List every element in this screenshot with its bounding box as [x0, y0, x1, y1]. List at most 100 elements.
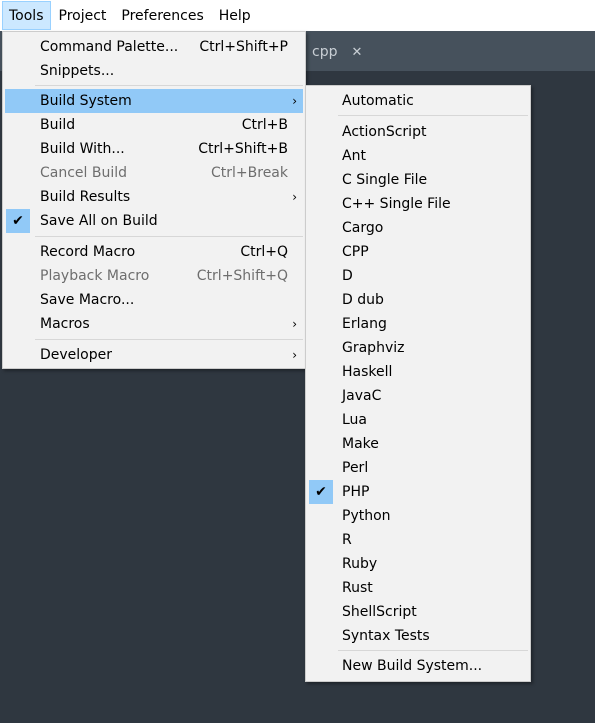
- menu-item-label: Build System: [40, 93, 132, 109]
- menu-item-record-macro[interactable]: Record Macro Ctrl+Q: [5, 240, 303, 264]
- menu-item-label: Build Results: [40, 189, 131, 205]
- menu-project[interactable]: Project: [52, 0, 114, 31]
- menu-separator: [338, 115, 528, 116]
- menu-item-save-all-on-build[interactable]: ✔ Save All on Build: [5, 209, 303, 233]
- menu-item-build-system-option[interactable]: C++ Single File: [308, 192, 528, 216]
- menu-item-cancel-build: Cancel Build Ctrl+Break: [5, 161, 303, 185]
- menu-item-label: PHP: [342, 484, 370, 500]
- checkmark-icon: ✔: [6, 209, 30, 233]
- chevron-right-icon: ›: [292, 190, 297, 204]
- menu-item-label: Automatic: [342, 93, 414, 109]
- menu-preferences[interactable]: Preferences: [114, 0, 210, 31]
- menu-item-label: Graphviz: [342, 340, 405, 356]
- menu-item-label: Developer: [40, 347, 113, 363]
- menu-tools[interactable]: Tools: [2, 1, 51, 30]
- menu-item-build-system-option[interactable]: Haskell: [308, 360, 528, 384]
- menu-item-build-system[interactable]: Build System ›: [5, 89, 303, 113]
- menu-item-build-system-option[interactable]: CPP: [308, 240, 528, 264]
- checkmark-icon: ✔: [309, 480, 333, 504]
- menu-item-label: Playback Macro: [40, 268, 150, 284]
- menu-item-label: CPP: [342, 244, 369, 260]
- menu-item-build-system-option[interactable]: R: [308, 528, 528, 552]
- menu-item-build-system-option[interactable]: Rust: [308, 576, 528, 600]
- menu-item-label: Rust: [342, 580, 373, 596]
- menu-item-playback-macro: Playback Macro Ctrl+Shift+Q: [5, 264, 303, 288]
- menu-item-label: ActionScript: [342, 124, 427, 140]
- menu-separator: [35, 339, 303, 340]
- menu-item-build-system-option[interactable]: Graphviz: [308, 336, 528, 360]
- menu-item-label: Ruby: [342, 556, 378, 572]
- menu-item-build-system-option[interactable]: D: [308, 264, 528, 288]
- menu-item-label: Macros: [40, 316, 90, 332]
- menubar: Tools Project Preferences Help: [0, 0, 595, 31]
- menu-item-build-system-option[interactable]: D dub: [308, 288, 528, 312]
- menu-item-shortcut: Ctrl+Break: [211, 165, 288, 181]
- menu-item-automatic[interactable]: Automatic: [308, 89, 528, 113]
- menu-item-label: Python: [342, 508, 391, 524]
- menu-item-build-system-option[interactable]: JavaC: [308, 384, 528, 408]
- menu-item-label: JavaC: [342, 388, 382, 404]
- menu-item-label: Save All on Build: [40, 213, 158, 229]
- menu-separator: [35, 85, 303, 86]
- menu-item-label: Haskell: [342, 364, 393, 380]
- menu-item-label: C++ Single File: [342, 196, 451, 212]
- menu-item-label: Command Palette...: [40, 39, 179, 55]
- menu-item-label: Syntax Tests: [342, 628, 430, 644]
- menu-item-build-system-option[interactable]: ✔ PHP: [308, 480, 528, 504]
- menu-item-build-system-option[interactable]: Python: [308, 504, 528, 528]
- chevron-right-icon: ›: [292, 348, 297, 362]
- chevron-right-icon: ›: [292, 317, 297, 331]
- menu-item-label: Ant: [342, 148, 366, 164]
- build-system-submenu: Automatic ActionScript Ant C Single File C+…: [305, 85, 531, 682]
- menu-item-label: Snippets...: [40, 63, 115, 79]
- menu-help[interactable]: Help: [212, 0, 258, 31]
- menu-item-build-system-option[interactable]: Make: [308, 432, 528, 456]
- menu-item-build-system-option[interactable]: Cargo: [308, 216, 528, 240]
- menu-item-build-system-option[interactable]: Perl: [308, 456, 528, 480]
- menu-item-label: ShellScript: [342, 604, 417, 620]
- menu-item-label: Lua: [342, 412, 368, 428]
- menu-item-build-results[interactable]: Build Results ›: [5, 185, 303, 209]
- menu-item-label: Erlang: [342, 316, 387, 332]
- menu-item-command-palette[interactable]: Command Palette... Ctrl+Shift+P: [5, 35, 303, 59]
- menu-item-build-system-option[interactable]: ActionScript: [308, 120, 528, 144]
- menu-item-build-with[interactable]: Build With... Ctrl+Shift+B: [5, 137, 303, 161]
- menu-item-shortcut: Ctrl+B: [241, 117, 288, 133]
- menu-item-build-system-option[interactable]: ShellScript: [308, 600, 528, 624]
- menu-item-label: D dub: [342, 292, 384, 308]
- menu-item-build-system-option[interactable]: C Single File: [308, 168, 528, 192]
- menu-item-build-system-option[interactable]: Syntax Tests: [308, 624, 528, 648]
- menu-item-new-build-system[interactable]: New Build System...: [308, 654, 528, 678]
- menu-item-label: C Single File: [342, 172, 428, 188]
- editor-tab[interactable]: cpp ✕: [300, 33, 370, 71]
- menu-item-build-system-option[interactable]: Ruby: [308, 552, 528, 576]
- menu-item-build[interactable]: Build Ctrl+B: [5, 113, 303, 137]
- menu-item-label: D: [342, 268, 353, 284]
- menu-item-shortcut: Ctrl+Shift+Q: [196, 268, 288, 284]
- menu-item-developer[interactable]: Developer ›: [5, 343, 303, 367]
- tools-menu: Command Palette... Ctrl+Shift+P Snippets…: [2, 31, 306, 369]
- menu-item-label: Perl: [342, 460, 369, 476]
- menu-separator: [338, 650, 528, 651]
- menu-item-label: Record Macro: [40, 244, 136, 260]
- menu-item-shortcut: Ctrl+Shift+B: [198, 141, 288, 157]
- menu-separator: [35, 236, 303, 237]
- menu-item-build-system-option[interactable]: Lua: [308, 408, 528, 432]
- menu-item-label: R: [342, 532, 352, 548]
- menu-item-build-system-option[interactable]: Erlang: [308, 312, 528, 336]
- menu-item-macros[interactable]: Macros ›: [5, 312, 303, 336]
- menu-item-save-macro[interactable]: Save Macro...: [5, 288, 303, 312]
- menu-item-shortcut: Ctrl+Q: [240, 244, 288, 260]
- menu-item-label: Cargo: [342, 220, 384, 236]
- menu-item-label: New Build System...: [342, 658, 483, 674]
- menu-item-shortcut: Ctrl+Shift+P: [199, 39, 288, 55]
- close-icon[interactable]: ✕: [351, 45, 362, 60]
- menu-item-label: Build: [40, 117, 76, 133]
- menu-item-snippets[interactable]: Snippets...: [5, 59, 303, 83]
- menu-item-label: Cancel Build: [40, 165, 128, 181]
- menu-item-label: Make: [342, 436, 379, 452]
- chevron-right-icon: ›: [292, 94, 297, 108]
- menu-item-label: Save Macro...: [40, 292, 135, 308]
- menu-item-label: Build With...: [40, 141, 125, 157]
- menu-item-build-system-option[interactable]: Ant: [308, 144, 528, 168]
